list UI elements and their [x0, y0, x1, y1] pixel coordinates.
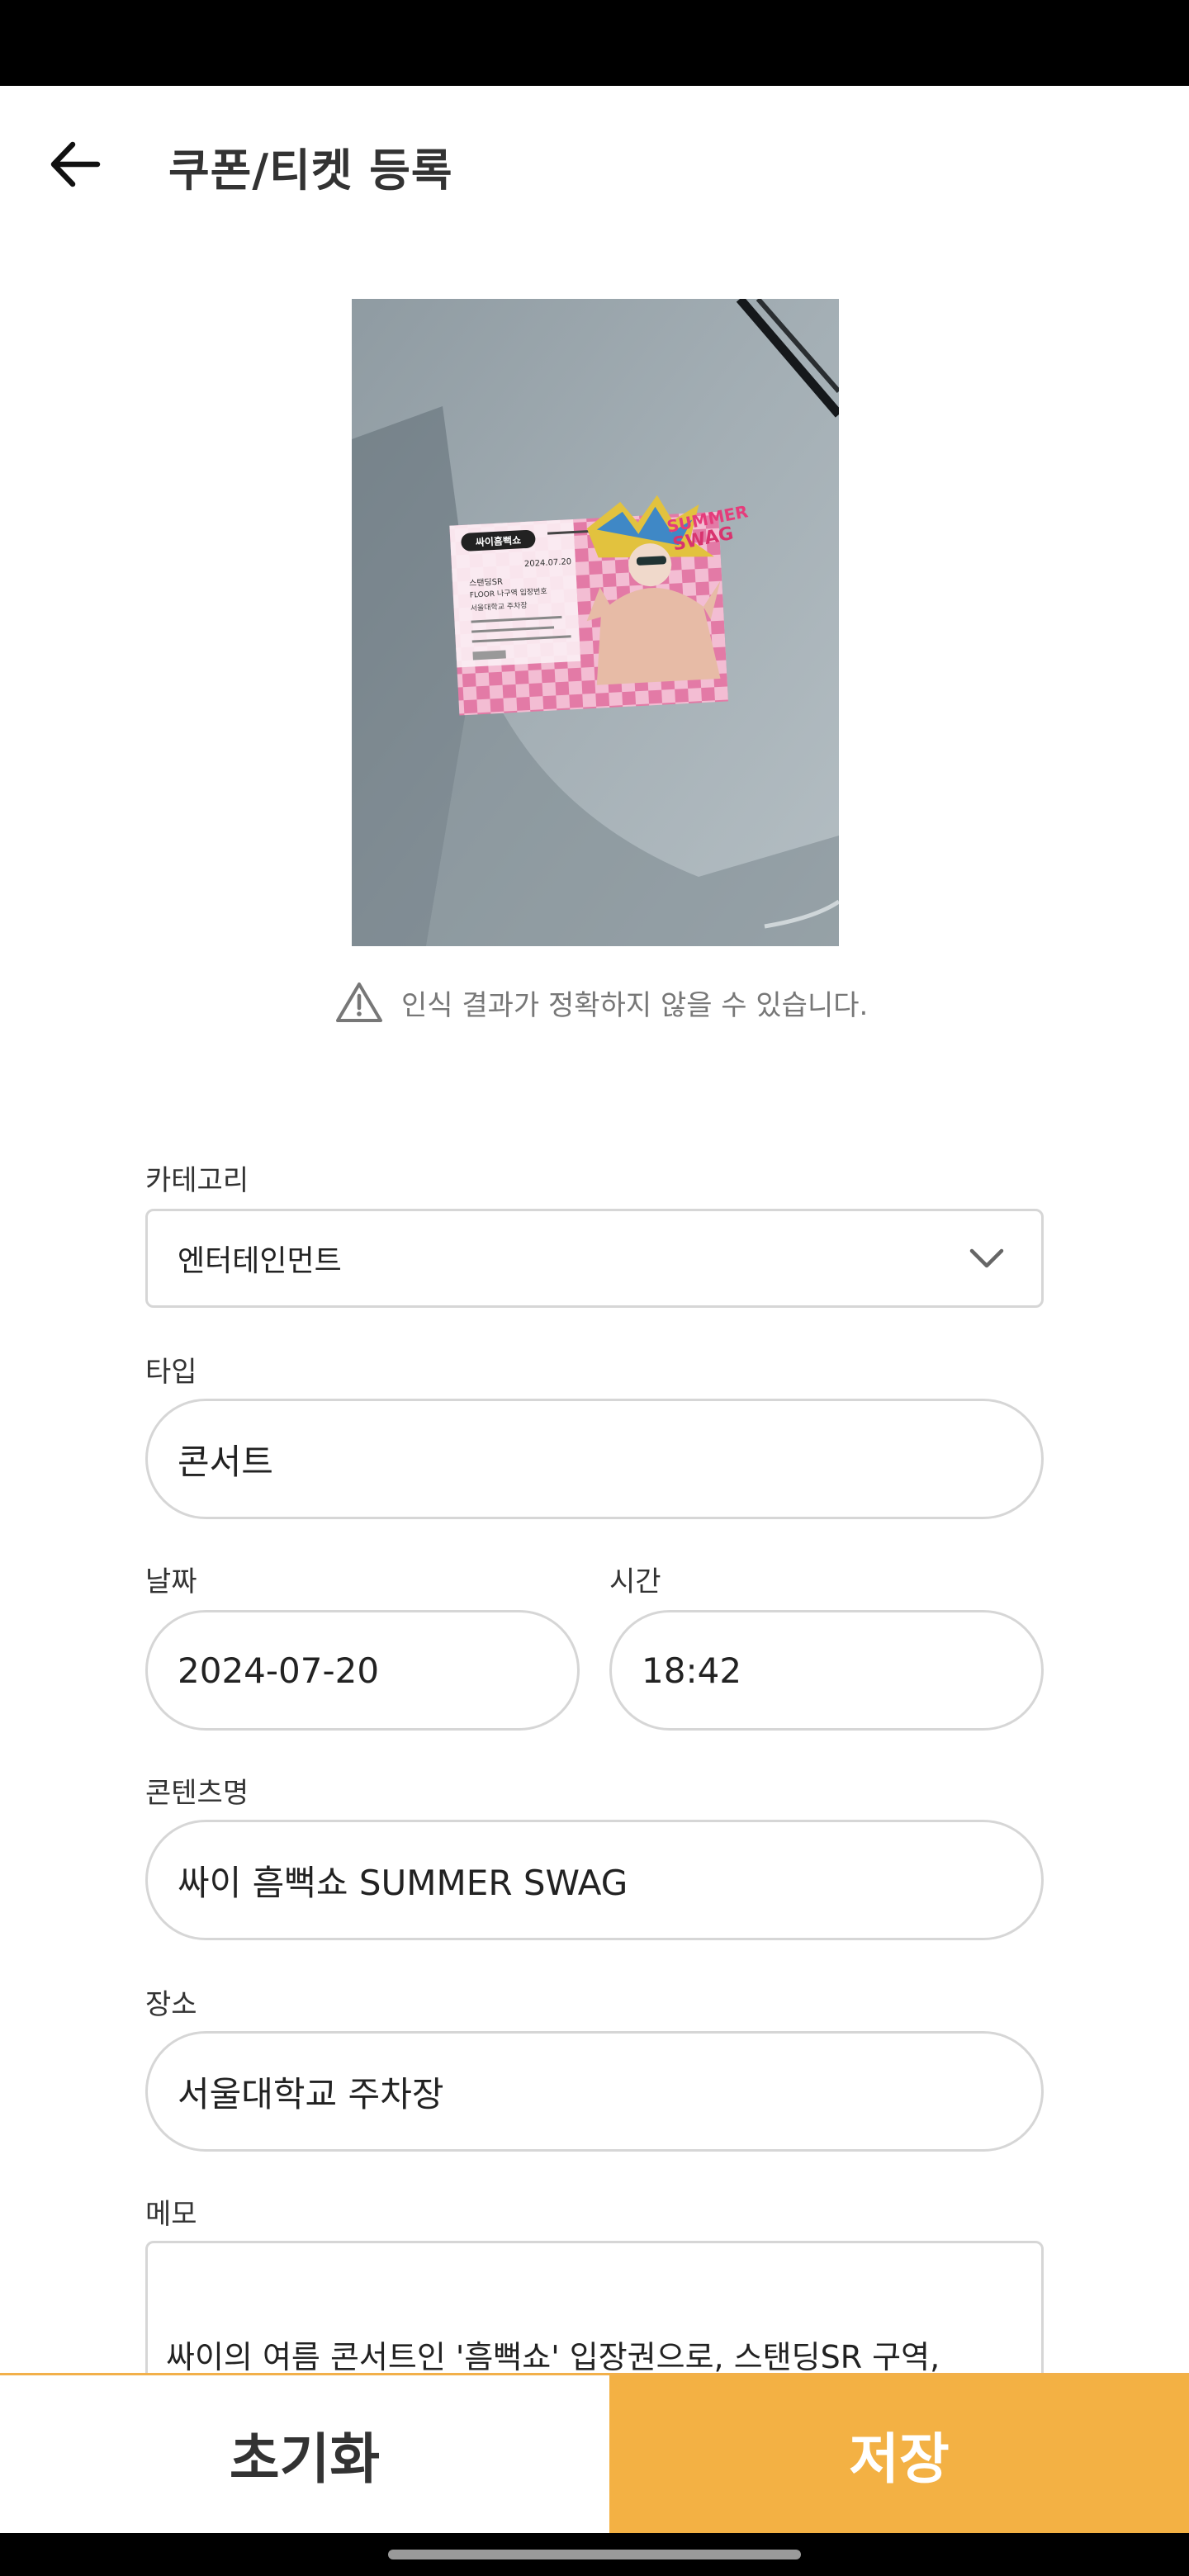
- date-value: 2024-07-20: [178, 1650, 380, 1691]
- content-name-label: 콘텐츠명: [145, 1777, 249, 1810]
- place-input[interactable]: 서울대학교 주차장: [145, 2031, 1044, 2152]
- category-label: 카테고리: [145, 1164, 249, 1197]
- date-label: 날짜: [145, 1565, 197, 1598]
- arrow-left-icon: [50, 141, 101, 187]
- place-label: 장소: [145, 1988, 197, 2021]
- content-name-input[interactable]: 싸이 흠뻑쇼 SUMMER SWAG: [145, 1820, 1044, 1940]
- ticket-photo[interactable]: 싸이흠뻑쇼 2024.07.20 스탠딩SR FLOOR 나구역 입장번호 서울…: [352, 299, 839, 946]
- date-input[interactable]: 2024-07-20: [145, 1610, 580, 1731]
- svg-text:싸이흠뻑쇼: 싸이흠뻑쇼: [475, 533, 521, 548]
- category-select[interactable]: 엔터테인먼트: [145, 1209, 1044, 1308]
- chevron-down-icon: [969, 1248, 1004, 1268]
- status-bar: [0, 0, 1189, 86]
- content-name-value: 싸이 흠뻑쇼 SUMMER SWAG: [178, 1862, 628, 1903]
- category-value: 엔터테인먼트: [178, 1244, 342, 1278]
- home-indicator[interactable]: [388, 2550, 801, 2559]
- time-value: 18:42: [642, 1650, 742, 1691]
- svg-text:스탠딩SR: 스탠딩SR: [469, 577, 504, 589]
- place-value: 서울대학교 주차장: [178, 2073, 444, 2114]
- app-header: 쿠폰/티켓 등록: [0, 86, 1189, 243]
- type-input[interactable]: 콘서트: [145, 1399, 1044, 1519]
- back-button[interactable]: [38, 127, 112, 201]
- recognition-warning: 인식 결과가 정확하지 않을 수 있습니다.: [335, 978, 868, 1027]
- warning-text: 인식 결과가 정확하지 않을 수 있습니다.: [401, 988, 869, 1022]
- save-button[interactable]: 저장: [609, 2375, 1189, 2533]
- memo-label: 메모: [145, 2198, 197, 2231]
- page-title: 쿠폰/티켓 등록: [168, 144, 453, 197]
- warning-icon: [336, 983, 382, 1022]
- bottom-action-bar: 초기화 저장: [0, 2373, 1189, 2533]
- time-label: 시간: [609, 1565, 661, 1598]
- system-nav-bar: [0, 2533, 1189, 2576]
- type-label: 타입: [145, 1356, 197, 1389]
- type-value: 콘서트: [178, 1441, 273, 1482]
- memo-value: 싸이의 여름 콘서트인 '흠뻑쇼' 입장권으로, 스탠딩SR 구역,: [166, 2339, 940, 2375]
- time-input[interactable]: 18:42: [609, 1610, 1044, 1731]
- reset-button[interactable]: 초기화: [0, 2375, 609, 2533]
